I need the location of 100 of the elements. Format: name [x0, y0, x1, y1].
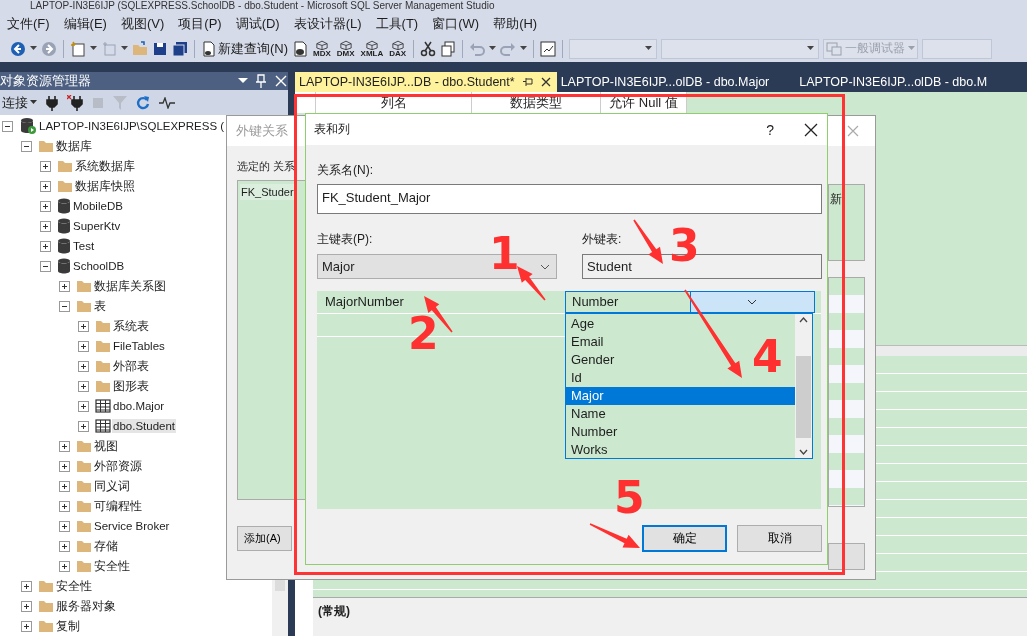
- expander-icon[interactable]: [78, 360, 89, 372]
- dropdown-option[interactable]: Email: [566, 333, 607, 351]
- menu-item[interactable]: 视图(V): [113, 12, 172, 35]
- cut-icon[interactable]: [420, 40, 437, 57]
- tree-item[interactable]: 存储: [93, 537, 119, 555]
- expander-icon[interactable]: [40, 220, 51, 232]
- activity-icon[interactable]: [159, 96, 175, 109]
- foreign-column-dropdown[interactable]: Number: [565, 291, 815, 313]
- menu-item[interactable]: 文件(F): [0, 12, 57, 35]
- pin-icon[interactable]: [522, 77, 533, 87]
- close-icon[interactable]: [804, 122, 818, 137]
- expander-icon[interactable]: [78, 340, 89, 352]
- list-item[interactable]: FK_Studer: [240, 184, 295, 200]
- new-project-icon[interactable]: [70, 40, 86, 57]
- tree-item[interactable]: SuperKtv: [72, 219, 122, 233]
- expander-icon[interactable]: [59, 300, 70, 312]
- tree-item[interactable]: 系统数据库: [74, 157, 136, 175]
- menu-item[interactable]: 编辑(E): [56, 12, 114, 35]
- expander-icon[interactable]: [21, 600, 32, 612]
- tree-item[interactable]: dbo.Student: [112, 419, 177, 433]
- expander-icon[interactable]: [40, 160, 51, 172]
- document-tab[interactable]: LAPTOP-IN3E6IJP...DB - dbo.Student*: [295, 72, 557, 92]
- query-type-button[interactable]: DAX: [388, 36, 408, 61]
- tree-item[interactable]: LAPTOP-IN3E6IJP\SQLEXPRESS (: [38, 119, 226, 133]
- tree-item[interactable]: Test: [72, 239, 96, 253]
- expander-icon[interactable]: [40, 200, 51, 212]
- expander-icon[interactable]: [59, 520, 70, 532]
- database-query-icon[interactable]: [294, 40, 309, 57]
- tree-item[interactable]: 图形表: [112, 377, 150, 395]
- caret-icon[interactable]: [520, 46, 528, 51]
- tree-item[interactable]: 服务器对象: [55, 597, 117, 615]
- expander-icon[interactable]: [40, 260, 51, 272]
- close-icon[interactable]: [540, 77, 551, 87]
- scroll-thumb[interactable]: [275, 579, 285, 591]
- expander-icon[interactable]: [59, 540, 70, 552]
- expander-icon[interactable]: [59, 440, 70, 452]
- expander-icon[interactable]: [40, 180, 51, 192]
- expander-icon[interactable]: [78, 320, 89, 332]
- expander-icon[interactable]: [59, 280, 70, 292]
- menu-item[interactable]: 表设计器(L): [286, 12, 369, 35]
- dropdown-option[interactable]: Name: [566, 405, 609, 423]
- relation-name-field[interactable]: FK_Student_Major: [317, 184, 822, 214]
- cancel-button[interactable]: 取消: [737, 525, 822, 552]
- expander-icon[interactable]: [40, 240, 51, 252]
- tree-item[interactable]: 系统表: [112, 317, 150, 335]
- expander-icon[interactable]: [59, 460, 70, 472]
- query-type-button[interactable]: DMX: [335, 36, 356, 61]
- scrollbar[interactable]: [795, 314, 812, 458]
- tree-item[interactable]: 可编程性: [93, 497, 143, 515]
- new-query-button[interactable]: 新建查询(N): [201, 37, 291, 60]
- expander-icon[interactable]: [21, 580, 32, 592]
- dropdown-option[interactable]: Number: [566, 423, 621, 441]
- tree-item[interactable]: FileTables: [112, 339, 166, 353]
- caret-icon[interactable]: [90, 46, 97, 51]
- expander-icon[interactable]: [78, 380, 89, 392]
- ok-button[interactable]: 确定: [642, 525, 727, 552]
- dropdown-icon[interactable]: [238, 78, 248, 84]
- disconnect-icon[interactable]: [67, 94, 83, 111]
- back-icon[interactable]: [10, 40, 26, 57]
- grid-cell[interactable]: MajorNumber: [317, 291, 565, 313]
- scrollbar[interactable]: [272, 577, 288, 636]
- tree-item[interactable]: 数据库快照: [74, 177, 136, 195]
- expander-icon[interactable]: [21, 620, 32, 632]
- tree-item[interactable]: 外部资源: [93, 457, 143, 475]
- expander-icon[interactable]: [2, 120, 13, 132]
- tree-item[interactable]: 复制: [55, 617, 81, 635]
- help-button[interactable]: ?: [766, 121, 774, 138]
- expander-icon[interactable]: [21, 140, 32, 152]
- refresh-icon[interactable]: [136, 94, 150, 111]
- caret-icon[interactable]: [807, 46, 815, 51]
- expander-icon[interactable]: [59, 560, 70, 572]
- expander-icon[interactable]: [59, 480, 70, 492]
- tree-item[interactable]: Service Broker: [93, 519, 171, 533]
- dropdown-option[interactable]: Age: [566, 315, 598, 333]
- save-icon[interactable]: [152, 40, 168, 57]
- dropdown-option[interactable]: Major: [566, 387, 795, 405]
- tree-item[interactable]: 表: [93, 297, 107, 315]
- scroll-down-icon[interactable]: [799, 449, 808, 455]
- scroll-up-icon[interactable]: [799, 317, 808, 323]
- add-button[interactable]: 添加(A): [237, 526, 292, 551]
- tree-item[interactable]: dbo.Major: [112, 399, 166, 413]
- plug-icon[interactable]: [46, 94, 58, 111]
- dropdown-option[interactable]: Gender: [566, 351, 618, 369]
- menu-item[interactable]: 工具(T): [368, 12, 426, 35]
- menu-item[interactable]: 窗口(W): [425, 12, 487, 35]
- tree-item[interactable]: 数据库关系图: [93, 277, 167, 295]
- tree-item[interactable]: 外部表: [112, 357, 150, 375]
- caret-icon[interactable]: [645, 46, 653, 51]
- caret-icon[interactable]: [121, 46, 128, 51]
- tree-item[interactable]: 安全性: [55, 577, 93, 595]
- tree-item[interactable]: MobileDB: [72, 199, 124, 213]
- save-all-icon[interactable]: [172, 40, 188, 57]
- caret-icon[interactable]: [489, 46, 497, 51]
- expander-icon[interactable]: [78, 420, 89, 432]
- tree-item[interactable]: 同义词: [93, 477, 131, 495]
- query-type-button[interactable]: XMLA: [359, 36, 385, 61]
- expander-icon[interactable]: [78, 400, 89, 412]
- menu-item[interactable]: 项目(P): [171, 12, 229, 35]
- properties-icon[interactable]: [540, 40, 557, 57]
- query-type-button[interactable]: MDX: [312, 36, 332, 61]
